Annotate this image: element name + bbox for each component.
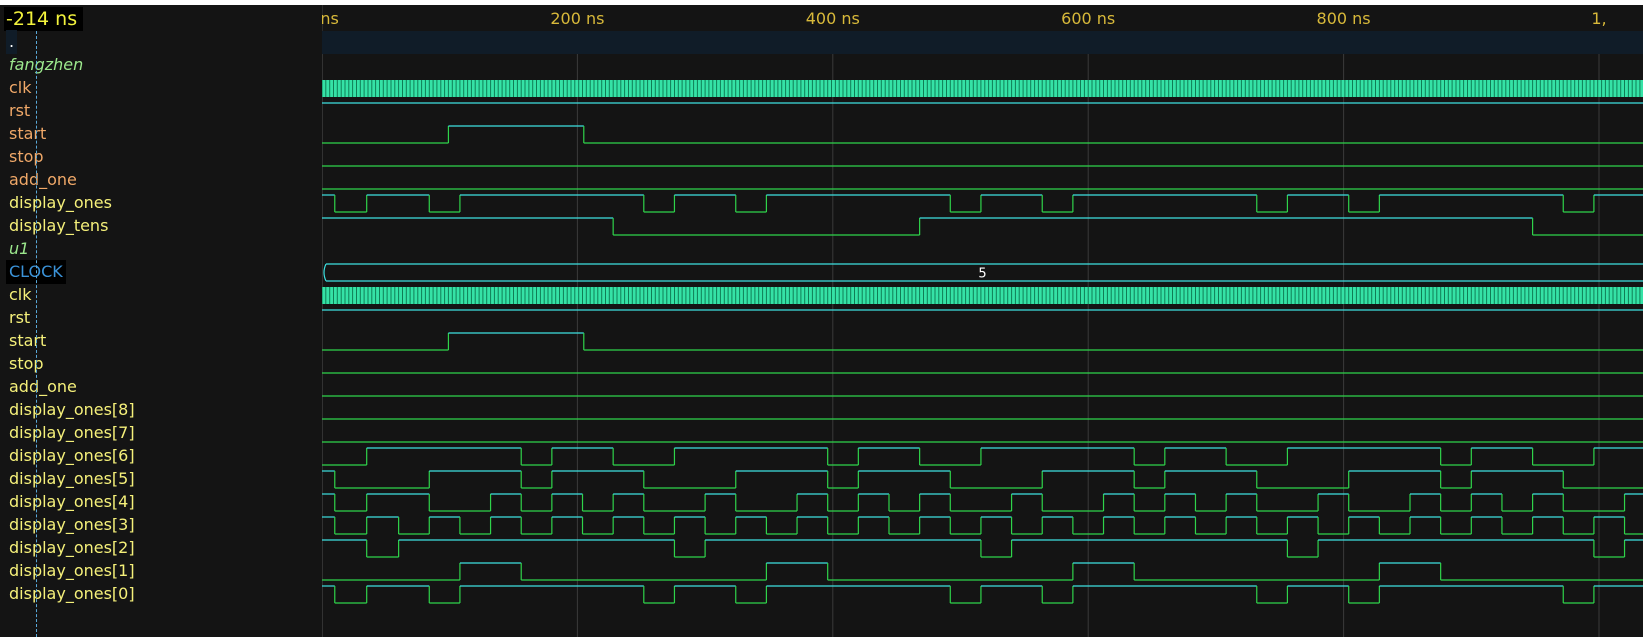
cursor-time-readout: -214 ns — [4, 7, 84, 31]
ruler-tick-label: 400 ns — [806, 9, 860, 28]
ruler-tick-label: 200 ns — [550, 9, 604, 28]
signal-name-stop[interactable]: stop — [6, 145, 47, 169]
signal-name-display-ones-4[interactable]: display_ones[4] — [6, 490, 138, 514]
ruler-tick-label: 0 ns — [322, 9, 339, 28]
signal-name-display-ones-0[interactable]: display_ones[0] — [6, 582, 138, 606]
signal-name-display-ones-5[interactable]: display_ones[5] — [6, 467, 138, 491]
signal-name-clk[interactable]: clk — [6, 283, 35, 307]
scope-fangzhen[interactable]: fangzhen — [6, 53, 86, 77]
time-cursor-line[interactable] — [36, 31, 37, 637]
waveform-pane[interactable]: 0 ns 200 ns 400 ns 600 ns 800 ns 1, 5 — [322, 5, 1643, 637]
signal-name-start[interactable]: start — [6, 122, 49, 146]
selected-row-band — [322, 31, 1643, 54]
signal-name-rst[interactable]: rst — [6, 306, 33, 330]
signal-name-display-ones-3[interactable]: display_ones[3] — [6, 513, 138, 537]
ruler-tick-label: 800 ns — [1317, 9, 1371, 28]
signal-name-display-ones-2[interactable]: display_ones[2] — [6, 536, 138, 560]
signal-name-add-one[interactable]: add_one — [6, 168, 80, 192]
ruler-tick-label: 1, — [1591, 9, 1606, 28]
signal-name-display-tens[interactable]: display_tens — [6, 214, 111, 238]
signal-name-start[interactable]: start — [6, 329, 49, 353]
waveform-viewer: -214 ns . fangzhen clk rst start stop add_one d… — [0, 5, 1643, 637]
signal-name-display-ones-8[interactable]: display_ones[8] — [6, 398, 138, 422]
signal-name-root[interactable]: . — [6, 30, 18, 54]
ruler-tick-label: 600 ns — [1061, 9, 1115, 28]
bus-value-clock: 5 — [978, 267, 986, 282]
signal-name-stop[interactable]: stop — [6, 352, 47, 376]
signal-name-pane: -214 ns . fangzhen clk rst start stop add_one d… — [0, 5, 323, 637]
signal-name-add-one[interactable]: add_one — [6, 375, 80, 399]
signal-name-rst[interactable]: rst — [6, 99, 33, 123]
signal-name-clk[interactable]: clk — [6, 76, 35, 100]
signal-name-display-ones-1[interactable]: display_ones[1] — [6, 559, 138, 583]
signal-name-display-ones[interactable]: display_ones — [6, 191, 115, 215]
signal-name-display-ones-7[interactable]: display_ones[7] — [6, 421, 138, 445]
waveform-canvas[interactable]: 0 ns 200 ns 400 ns 600 ns 800 ns 1, 5 — [322, 5, 1643, 637]
scope-u1[interactable]: u1 — [6, 237, 32, 261]
signal-name-display-ones-6[interactable]: display_ones[6] — [6, 444, 138, 468]
